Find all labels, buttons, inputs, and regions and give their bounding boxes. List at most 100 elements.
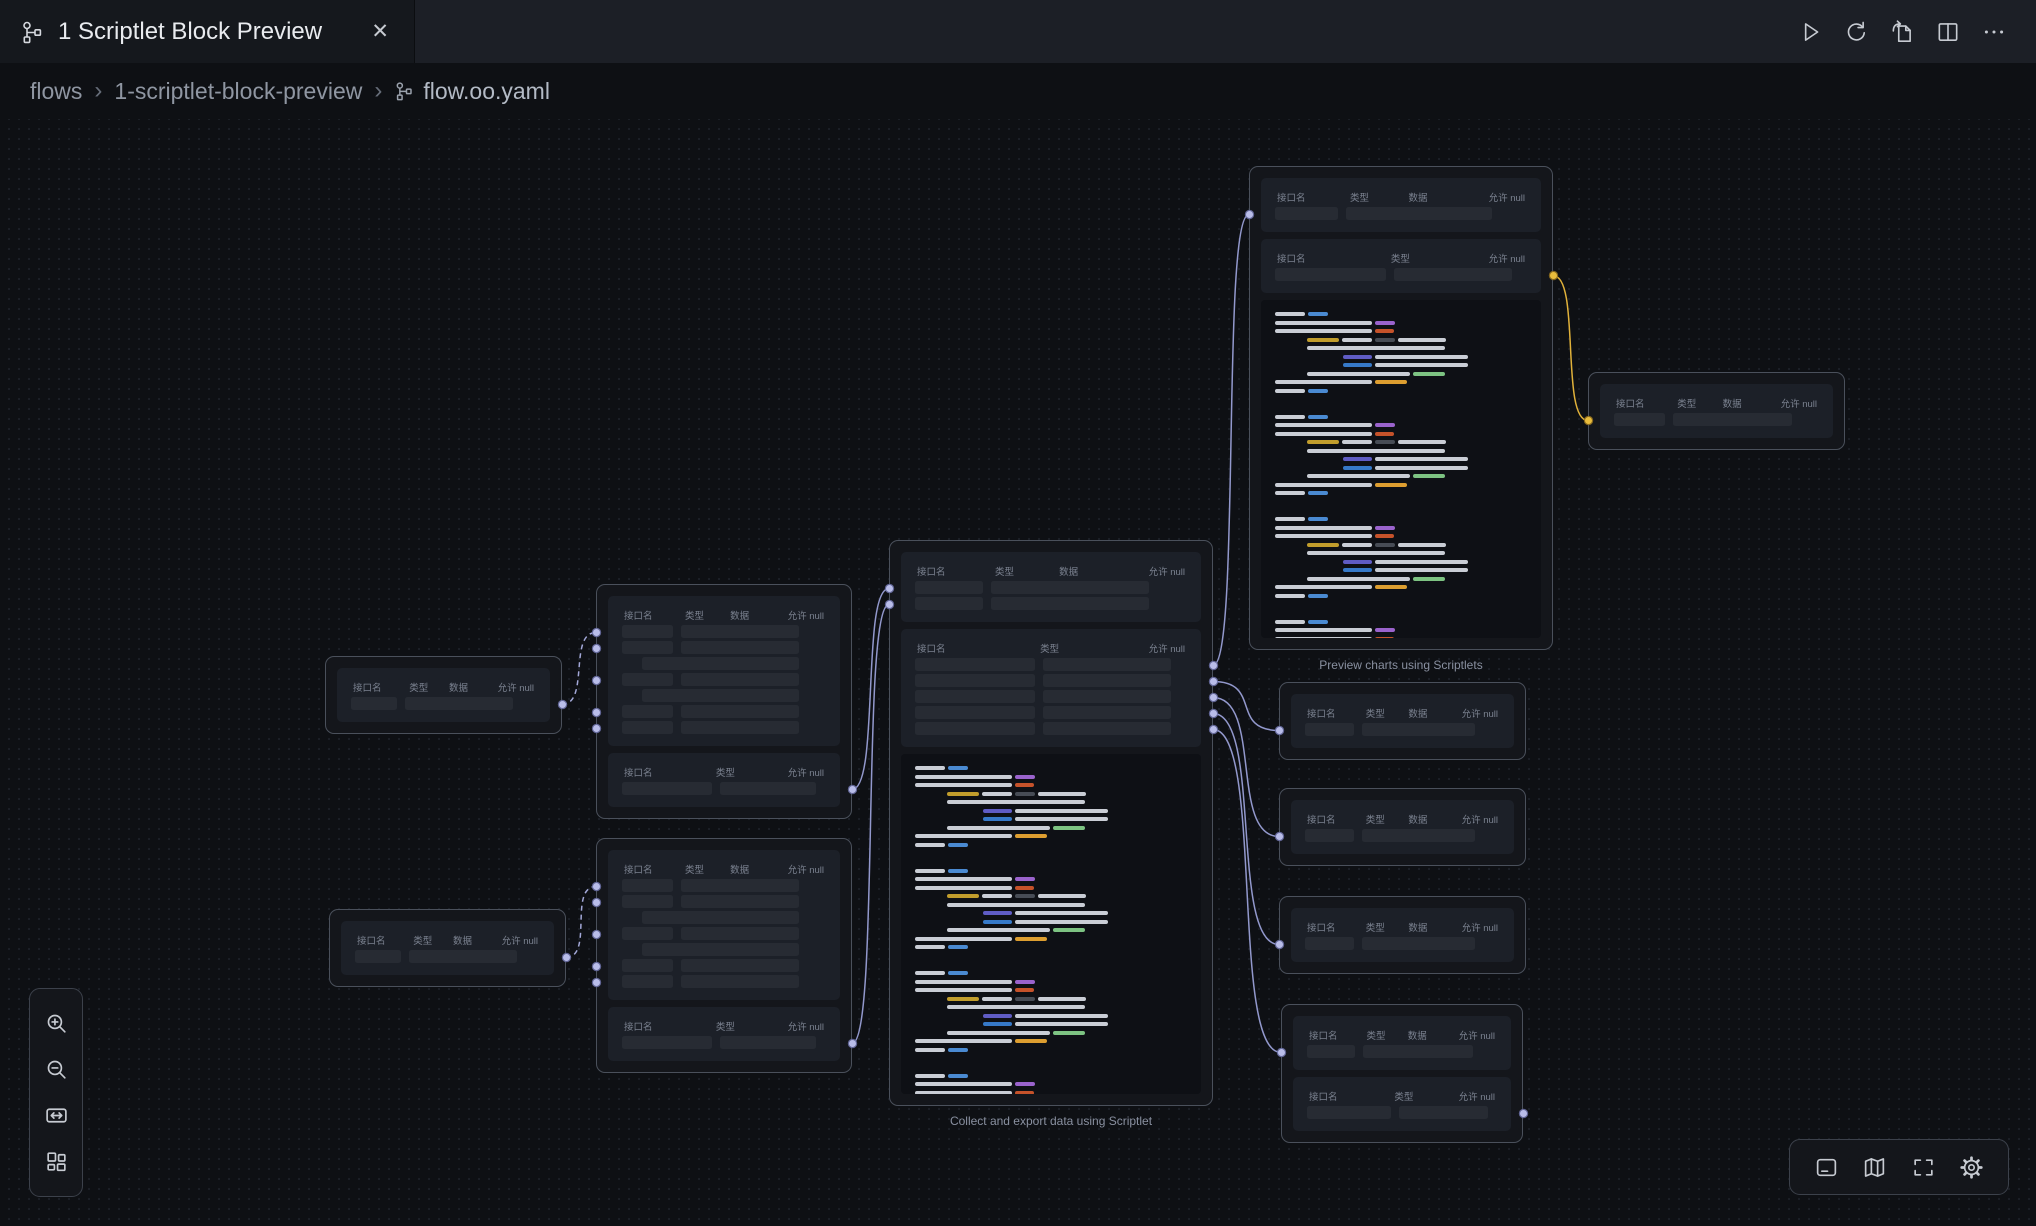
flow-node-out-3[interactable]: 接口名类型数据允许 null: [1279, 896, 1526, 974]
code-token: [1015, 1091, 1034, 1095]
breadcrumb-item-folder[interactable]: 1-scriptlet-block-preview: [114, 78, 362, 105]
code-token: [1375, 585, 1407, 589]
run-flow-button[interactable]: [1790, 12, 1830, 52]
port-right[interactable]: [1210, 694, 1217, 701]
port-right[interactable]: [563, 954, 570, 961]
code-token: [1307, 577, 1410, 581]
rerun-flow-button[interactable]: [1836, 12, 1876, 52]
port-right[interactable]: [1210, 710, 1217, 717]
port-left[interactable]: [593, 677, 600, 684]
node-caption: Preview charts using Scriptlets: [1249, 658, 1553, 672]
zoom-out-button[interactable]: [38, 1051, 74, 1087]
port-left[interactable]: [593, 979, 600, 986]
port-right[interactable]: [849, 786, 856, 793]
port-left[interactable]: [1278, 1049, 1285, 1056]
port-left[interactable]: [1276, 941, 1283, 948]
flow-edge[interactable]: [852, 589, 889, 790]
code-token: [1375, 526, 1395, 530]
tab-close-icon[interactable]: ✕: [366, 18, 394, 45]
code-token: [915, 886, 1012, 890]
field-box: [622, 1036, 712, 1049]
column-label: 数据: [1408, 1028, 1427, 1042]
flow-node-out-1[interactable]: 接口名类型数据允许 null: [1279, 682, 1526, 760]
flow-node-input-top[interactable]: 接口名类型数据允许 null: [325, 656, 562, 734]
code-token: [1375, 483, 1407, 487]
code-token: [983, 809, 1012, 813]
flow-node-collector[interactable]: 接口名类型数据允许 null 接口名类型允许 null: [889, 540, 1213, 1106]
flow-edge[interactable]: [562, 633, 596, 705]
code-token: [915, 988, 1012, 992]
console-panel-button[interactable]: [1808, 1149, 1844, 1185]
port-left[interactable]: [593, 883, 600, 890]
code-token: [1015, 809, 1108, 813]
port-right[interactable]: [1520, 1110, 1527, 1117]
flow-edge[interactable]: [1213, 730, 1281, 1053]
flow-node-out-2[interactable]: 接口名类型数据允许 null: [1279, 788, 1526, 866]
port-left[interactable]: [593, 725, 600, 732]
column-label: 数据: [453, 933, 472, 947]
field-box: [1043, 706, 1171, 719]
field-box: [1362, 829, 1475, 842]
port-left[interactable]: [593, 963, 600, 970]
port-left[interactable]: [593, 645, 600, 652]
port-left[interactable]: [593, 899, 600, 906]
open-preview-button[interactable]: [1882, 12, 1922, 52]
flow-edge[interactable]: [566, 887, 596, 958]
io-row: [1275, 207, 1527, 220]
port-left[interactable]: [1246, 211, 1253, 218]
code-token: [1275, 423, 1372, 427]
port-left[interactable]: [886, 585, 893, 592]
flow-edge[interactable]: [1553, 276, 1588, 421]
flow-canvas[interactable]: 接口名类型数据允许 null 接口名类型数据允许 null 接口名类型数据允许 nu…: [0, 0, 2036, 1226]
io-row: [622, 943, 826, 956]
tab-scriptlet-block-preview[interactable]: 1 Scriptlet Block Preview ✕: [0, 0, 415, 63]
split-editor-button[interactable]: [1928, 12, 1968, 52]
auto-layout-button[interactable]: [38, 1144, 74, 1180]
flow-edge[interactable]: [852, 605, 889, 1044]
io-section: 接口名类型数据允许 null: [1261, 178, 1541, 232]
code-block: [1275, 312, 1527, 393]
flow-node-merge-bottom[interactable]: 接口名类型数据允许 null接口名类型允许 null: [596, 838, 852, 1073]
port-left[interactable]: [886, 601, 893, 608]
flow-edge[interactable]: [1213, 215, 1249, 666]
breadcrumb-item-flows[interactable]: flows: [30, 78, 82, 105]
minimap-button[interactable]: [1857, 1149, 1893, 1185]
fullscreen-button[interactable]: [1905, 1149, 1941, 1185]
flow-node-merge-top[interactable]: 接口名类型数据允许 null接口名类型允许 null: [596, 584, 852, 819]
port-left[interactable]: [593, 629, 600, 636]
port-right[interactable]: [559, 701, 566, 708]
port-left[interactable]: [1276, 727, 1283, 734]
flow-node-preview[interactable]: 接口名类型数据允许 null接口名类型允许 null: [1249, 166, 1553, 650]
port-left[interactable]: [1276, 833, 1283, 840]
code-line: [1275, 372, 1527, 376]
more-actions-button[interactable]: [1974, 12, 2014, 52]
port-right[interactable]: [1210, 678, 1217, 685]
breadcrumb-item-file[interactable]: flow.oo.yaml: [394, 78, 550, 105]
port-right[interactable]: [849, 1040, 856, 1047]
port-right[interactable]: [1210, 662, 1217, 669]
field-box: [1043, 722, 1171, 735]
io-section: 接口名类型数据允许 null: [1291, 908, 1514, 962]
flow-node-input-bottom[interactable]: 接口名类型数据允许 null: [329, 909, 566, 987]
zoom-in-button[interactable]: [38, 1005, 74, 1041]
flow-edge[interactable]: [1213, 714, 1279, 945]
port-left[interactable]: [593, 709, 600, 716]
port-left[interactable]: [1585, 417, 1592, 424]
port-right[interactable]: [1210, 726, 1217, 733]
flow-node-chart-target[interactable]: 接口名类型数据允许 null: [1588, 372, 1845, 450]
column-label: 数据: [1408, 920, 1427, 934]
code-token: [1343, 560, 1372, 564]
code-line: [1275, 380, 1527, 384]
port-left[interactable]: [593, 931, 600, 938]
code-block: [1275, 415, 1527, 496]
port-right[interactable]: [1550, 272, 1557, 279]
flow-edge[interactable]: [1213, 698, 1279, 837]
io-section: 接口名类型允许 null: [901, 629, 1201, 747]
flow-node-out-4[interactable]: 接口名类型数据允许 null接口名类型允许 null: [1281, 1004, 1523, 1143]
fit-view-button[interactable]: [38, 1098, 74, 1134]
settings-button[interactable]: [1954, 1149, 1990, 1185]
code-line: [915, 817, 1187, 821]
flow-edge[interactable]: [1213, 682, 1279, 731]
io-headers: 接口名类型数据允许 null: [915, 564, 1187, 575]
column-label: 类型: [995, 564, 1014, 578]
